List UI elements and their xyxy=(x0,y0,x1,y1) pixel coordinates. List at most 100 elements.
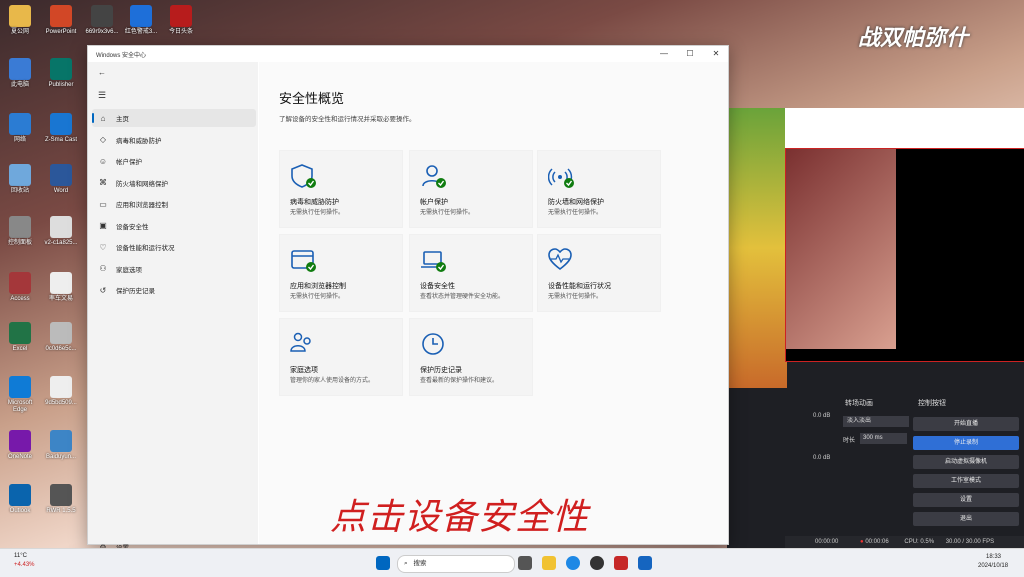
desktop-icon[interactable]: 控制面板 xyxy=(0,216,40,247)
start-icon[interactable] xyxy=(376,556,390,570)
card-1[interactable]: 帐户保护 无需执行任何操作。 xyxy=(409,150,533,228)
obs-preview[interactable] xyxy=(785,148,1024,362)
desktop-icon[interactable]: 网络 xyxy=(0,113,40,144)
desktop-icon[interactable]: 率车文易 xyxy=(41,272,81,303)
obs-control-button[interactable]: 退出 xyxy=(913,512,1019,526)
clock-time[interactable]: 18:33 xyxy=(986,554,1001,560)
card-7[interactable]: 保护历史记录 查看最新的保护操作和建议。 xyxy=(409,318,533,396)
desktop-icon-label: OneNote xyxy=(7,454,32,460)
taskbar: 11°C +4.43% ⌕ 搜索 18:33 2024/10/18 xyxy=(0,548,1024,577)
sidebar-item-label: 保护历史记录 xyxy=(116,288,155,295)
sidebar-item-7[interactable]: ⚇ 家庭选项 xyxy=(92,260,256,278)
desktop-icon[interactable]: Access xyxy=(0,272,40,303)
card-desc: 管理你的家人使用设备的方式。 xyxy=(290,378,375,384)
desktop-icon-label: Microsoft Edge xyxy=(7,400,33,413)
sidebar-item-4[interactable]: ▭ 应用和浏览器控制 xyxy=(92,195,256,213)
minimize-button[interactable]: — xyxy=(656,48,672,60)
card-title: 帐户保护 xyxy=(420,199,448,206)
app-icon[interactable] xyxy=(614,556,628,570)
nav-icon: ♡ xyxy=(99,242,107,252)
desktop-icon[interactable]: Publisher xyxy=(41,58,81,89)
desktop-icon[interactable]: PowerPoint xyxy=(41,5,81,36)
desktop-icon[interactable]: 红色警戒3... xyxy=(121,5,161,36)
edge-icon[interactable] xyxy=(566,556,580,570)
card-title: 家庭选项 xyxy=(290,367,318,374)
app-icon xyxy=(50,58,72,80)
desktop-icon[interactable]: 0c0d6e5c... xyxy=(41,322,81,353)
card-4[interactable]: 设备安全性 查看状态并管理硬件安全功能。 xyxy=(409,234,533,312)
desktop-icon-label: Outlook xyxy=(9,508,31,514)
status-cpu: CPU: 0.5% xyxy=(904,539,935,545)
desktop-icon-label: 网络 xyxy=(13,137,26,143)
desktop-icon[interactable]: 669r9x3v6... xyxy=(82,5,122,36)
sidebar-item-1[interactable]: ◇ 病毒和威胁防护 xyxy=(92,131,256,149)
controls-panel-title: 控制按钮 xyxy=(918,400,946,407)
back-arrow-icon[interactable]: ← xyxy=(98,68,106,77)
card-5[interactable]: 设备性能和运行状况 无需执行任何操作。 xyxy=(537,234,661,312)
weather-widget[interactable]: 11°C xyxy=(14,553,27,559)
card-3[interactable]: 应用和浏览器控制 无需执行任何操作。 xyxy=(279,234,403,312)
app-icon xyxy=(50,113,72,135)
windows-security-window: Windows 安全中心 — ☐ ✕ ← ☰ ⌂ 主页 ◇ 病毒和威胁防护 ☺ 帐户保护 ⌘… xyxy=(87,45,729,552)
obs-control-button[interactable]: 停止录制 xyxy=(913,436,1019,450)
sidebar-item-2[interactable]: ☺ 帐户保护 xyxy=(92,152,256,170)
app-icon xyxy=(9,164,31,186)
duration-input[interactable]: 300 ms xyxy=(860,433,907,444)
maximize-button[interactable]: ☐ xyxy=(682,48,698,60)
desktop-icon[interactable]: RWR 1.5.5 xyxy=(41,484,81,515)
desktop-icon[interactable]: Baiduyun... xyxy=(41,430,81,461)
sidebar-item-6[interactable]: ♡ 设备性能和运行状况 xyxy=(92,238,256,256)
card-title: 应用和浏览器控制 xyxy=(290,283,346,290)
desktop-icon[interactable]: Microsoft Edge xyxy=(0,376,40,414)
card-0[interactable]: 病毒和威胁防护 无需执行任何操作。 xyxy=(279,150,403,228)
desktop-icon-label: Baiduyun... xyxy=(45,454,77,460)
app-icon xyxy=(130,5,152,27)
desktop-icon[interactable]: 回收站 xyxy=(0,164,40,195)
card-desc: 无需执行任何操作。 xyxy=(290,210,345,216)
taskbar-search[interactable]: ⌕ 搜索 xyxy=(397,555,515,573)
handwritten-caption: 点击设备安全性 xyxy=(330,497,590,538)
desktop-icon[interactable]: 今日头条 xyxy=(161,5,201,36)
desktop-icon[interactable]: Z-Sma Cast xyxy=(41,113,81,144)
windows-security-taskbar-icon[interactable] xyxy=(638,556,652,570)
status-fps: 30.00 / 30.00 FPS xyxy=(945,539,995,545)
card-2[interactable]: 防火墙和网络保护 无需执行任何操作。 xyxy=(537,150,661,228)
sidebar-item-5[interactable]: ▣ 设备安全性 xyxy=(92,217,256,235)
wifi-icon xyxy=(548,168,574,188)
close-button[interactable]: ✕ xyxy=(708,48,724,60)
obs-control-button[interactable]: 开始直播 xyxy=(913,417,1019,431)
desktop-icon[interactable]: 夏公网 xyxy=(0,5,40,36)
browser-icon xyxy=(291,250,316,272)
obs-control-button[interactable]: 工作室模式 xyxy=(913,474,1019,488)
sidebar-item-8[interactable]: ↺ 保护历史记录 xyxy=(92,281,256,299)
task-view-icon[interactable] xyxy=(518,556,532,570)
search-label: 搜索 xyxy=(413,560,427,567)
obs-control-button[interactable]: 启动虚拟摄像机 xyxy=(913,455,1019,469)
desktop-icon[interactable]: v2-c1a825... xyxy=(41,216,81,247)
desktop-icon[interactable]: OneNote xyxy=(0,430,40,461)
desktop-icon[interactable]: Excel xyxy=(0,322,40,353)
clock-date[interactable]: 2024/10/18 xyxy=(978,563,1008,569)
desktop-icon[interactable]: Outlook xyxy=(0,484,40,515)
transition-select[interactable]: 淡入淡出 xyxy=(843,416,909,427)
card-title: 防火墙和网络保护 xyxy=(548,199,604,206)
sidebar-item-0[interactable]: ⌂ 主页 xyxy=(92,109,256,127)
stock-widget[interactable]: +4.43% xyxy=(14,562,35,568)
sidebar-item-label: 病毒和威胁防护 xyxy=(116,137,162,145)
hamburger-menu-icon[interactable]: ☰ xyxy=(98,90,106,101)
app-icon xyxy=(9,5,31,27)
card-desc: 无需执行任何操作。 xyxy=(548,210,603,216)
desktop-icon[interactable]: 9d5bd509... xyxy=(41,376,81,407)
sidebar-item-3[interactable]: ⌘ 防火墙和网络保护 xyxy=(92,174,256,192)
app-icon xyxy=(9,322,31,344)
sidebar-item-label: 家庭选项 xyxy=(116,266,142,274)
file-explorer-icon[interactable] xyxy=(542,556,556,570)
obs-control-button[interactable]: 设置 xyxy=(913,493,1019,507)
status-time-stream: 00:00:00 xyxy=(815,539,839,545)
card-6[interactable]: 家庭选项管理你的家人使用设备的方式。 xyxy=(279,318,403,396)
desktop-icon[interactable]: 此电脑 xyxy=(0,58,40,89)
desktop-icon[interactable]: Word xyxy=(41,164,81,195)
search-icon: ⌕ xyxy=(404,560,408,567)
obs-icon[interactable] xyxy=(590,556,604,570)
app-icon xyxy=(50,216,72,238)
